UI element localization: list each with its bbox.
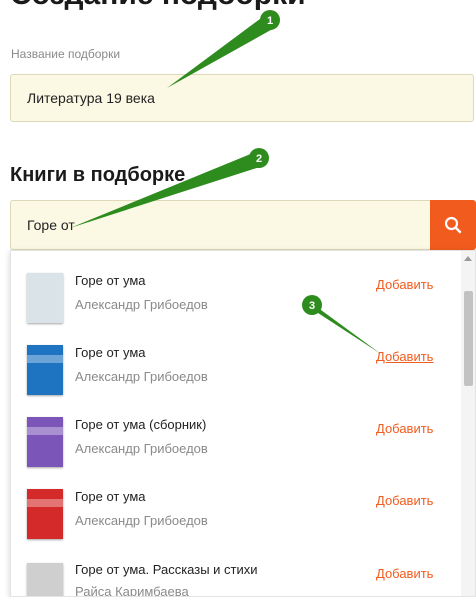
collection-name-label: Название подборки bbox=[11, 47, 121, 61]
search-results-dropdown: Горе от ума Александр Грибоедов Добавить… bbox=[10, 250, 476, 597]
add-book-button[interactable]: Добавить bbox=[376, 566, 433, 581]
annotation-number-2: 2 bbox=[256, 153, 262, 165]
result-title: Горе от ума. Рассказы и стихи bbox=[75, 562, 258, 577]
result-author: Александр Грибоедов bbox=[75, 441, 208, 456]
search-result-item: Горе от ума Александр Грибоедов Добавить bbox=[11, 323, 461, 395]
search-icon bbox=[444, 216, 462, 234]
add-book-button[interactable]: Добавить bbox=[376, 493, 433, 508]
result-author: Александр Грибоедов bbox=[75, 297, 208, 312]
page-title: Создание подборки bbox=[10, 0, 306, 12]
result-title: Горе от ума bbox=[75, 489, 146, 504]
result-author: Александр Грибоедов bbox=[75, 513, 208, 528]
search-result-item: Горе от ума. Рассказы и стихи Райса Кари… bbox=[11, 539, 461, 597]
book-cover bbox=[27, 345, 63, 395]
book-cover bbox=[27, 273, 63, 323]
search-result-item: Горе от ума (сборник) Александр Грибоедо… bbox=[11, 395, 461, 467]
search-result-item: Горе от ума Александр Грибоедов Добавить bbox=[11, 251, 461, 323]
annotation-marker-1 bbox=[260, 10, 280, 30]
result-author: Александр Грибоедов bbox=[75, 369, 208, 384]
annotation-marker-2 bbox=[249, 148, 269, 168]
search-result-item: Горе от ума Александр Грибоедов Добавить bbox=[11, 467, 461, 539]
book-cover bbox=[27, 563, 63, 596]
books-section-title: Книги в подборке bbox=[10, 164, 186, 186]
book-cover bbox=[27, 489, 63, 539]
scroll-up-arrow-icon[interactable] bbox=[464, 256, 472, 261]
add-book-button[interactable]: Добавить bbox=[376, 349, 433, 364]
collection-name-input[interactable]: Литература 19 века bbox=[10, 74, 474, 122]
book-cover bbox=[27, 417, 63, 467]
annotation-number-1: 1 bbox=[267, 15, 273, 27]
add-book-button[interactable]: Добавить bbox=[376, 421, 433, 436]
result-author: Райса Каримбаева bbox=[75, 584, 189, 597]
scrollbar-thumb[interactable] bbox=[464, 291, 473, 386]
result-title: Горе от ума bbox=[75, 345, 146, 360]
add-book-button[interactable]: Добавить bbox=[376, 277, 433, 292]
search-button[interactable] bbox=[430, 200, 476, 250]
result-title: Горе от ума (сборник) bbox=[75, 417, 207, 432]
result-title: Горе от ума bbox=[75, 273, 146, 288]
book-search-input[interactable]: Горе от bbox=[10, 200, 430, 250]
